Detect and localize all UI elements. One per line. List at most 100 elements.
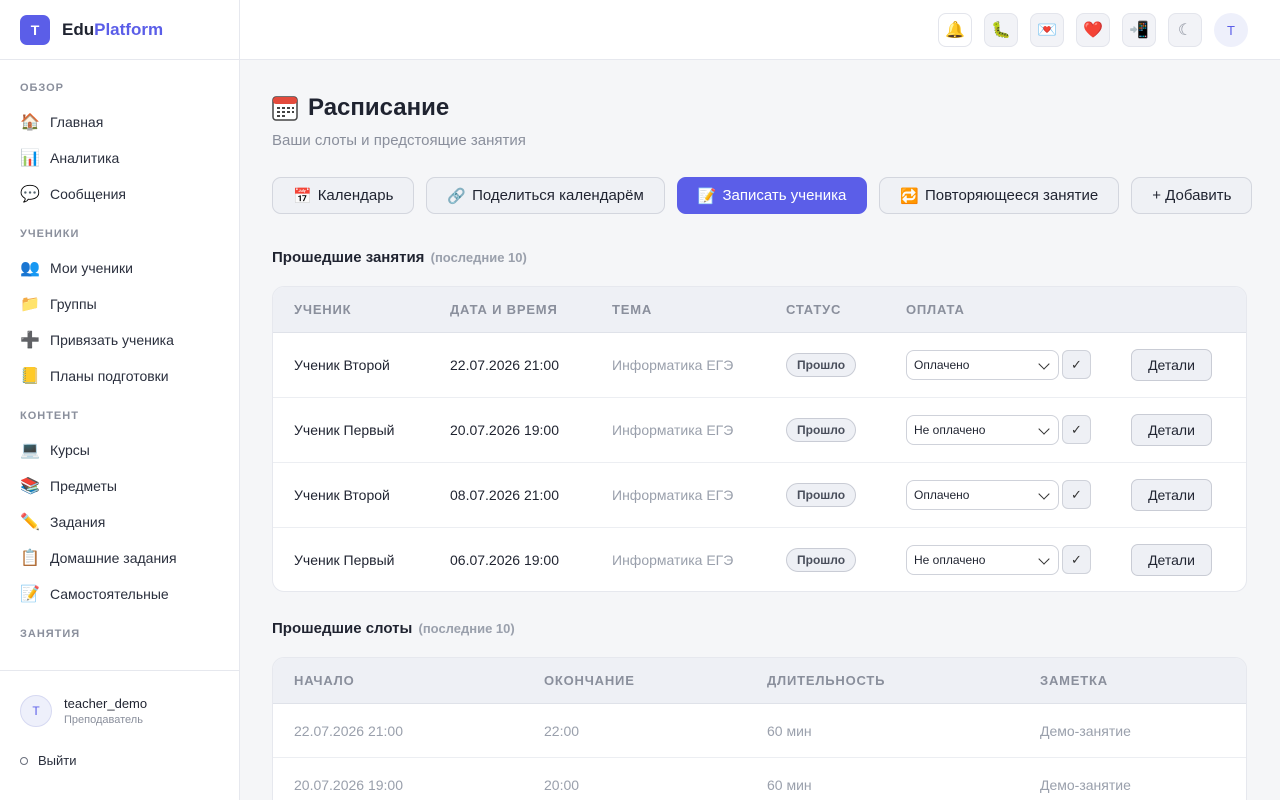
page-title: Расписание <box>308 94 450 121</box>
slot-duration: 60 мин <box>767 777 812 793</box>
past-lessons-note: (последние 10) <box>430 250 527 265</box>
sidebar-item-label: Предметы <box>50 478 117 494</box>
page-subtitle: Ваши слоты и предстоящие занятия <box>272 132 526 149</box>
table-row: Ученик Второй 08.07.2026 21:00 Информатика… <box>273 463 1246 528</box>
status-badge: Прошло <box>786 548 857 572</box>
favorites-button[interactable]: ❤️ <box>1076 13 1110 47</box>
sidebar-item-label: Главная <box>50 114 104 130</box>
action-button[interactable]: + Добавить <box>1131 177 1253 214</box>
brand[interactable]: T EduPlatform <box>0 0 239 60</box>
home-icon: 🏠 <box>20 114 40 131</box>
student-name: Ученик Первый <box>294 422 395 438</box>
sidebar-item[interactable]: 👥 Мои ученики <box>0 250 239 286</box>
chart-icon: 📊 <box>20 150 40 167</box>
sidebar-item-label: Мои ученики <box>50 260 133 276</box>
sidebar: T EduPlatform ОБЗОР 🏠 Главная 📊 Аналитика 💬 Со… <box>0 0 240 800</box>
calendar-icon: 📅 <box>293 187 312 205</box>
past-slots-title: Прошедшие слоты (последние 10) <box>272 620 515 637</box>
memo-icon: 📝 <box>20 586 40 603</box>
sidebar-item[interactable]: 📋 Домашние задания <box>0 540 239 576</box>
sidebar-item-label: Курсы <box>50 442 90 458</box>
notifications-button[interactable]: 🔔 <box>938 13 972 47</box>
nav-section-title: КОНТЕНТ <box>20 410 79 422</box>
calendar-icon <box>272 96 298 121</box>
mail-button[interactable]: 💌 <box>1030 13 1064 47</box>
details-button[interactable]: Детали <box>1131 349 1212 381</box>
sidebar-item[interactable]: 🏠 Главная <box>0 104 239 140</box>
topbar: 🔔 🐛 💌 ❤️ 📲 ☾ T <box>240 0 1280 60</box>
action-button[interactable]: 🔁 Повторяющееся занятие <box>879 177 1120 214</box>
logout-button[interactable]: Выйти <box>0 727 239 768</box>
sidebar-item[interactable]: 💻 Курсы <box>0 432 239 468</box>
confirm-payment-button[interactable]: ✓ <box>1062 545 1091 574</box>
chevron-down-icon <box>1038 423 1050 435</box>
brand-name: EduPlatform <box>62 20 163 40</box>
payment-select[interactable]: Оплачено <box>906 350 1059 380</box>
column-header: ОПЛАТА <box>906 302 965 317</box>
sidebar-item[interactable]: ✏️ Задания <box>0 504 239 540</box>
link-icon: 🔗 <box>447 187 467 205</box>
sidebar-item[interactable]: 📊 Аналитика <box>0 140 239 176</box>
sidebar-item[interactable]: 📝 Самостоятельные <box>0 576 239 612</box>
plus-icon: ➕ <box>20 332 40 349</box>
slot-start: 20.07.2026 19:00 <box>294 777 403 793</box>
theme-toggle-button[interactable]: ☾ <box>1168 13 1202 47</box>
mobile-app-button[interactable]: 📲 <box>1122 13 1156 47</box>
moon-icon: ☾ <box>1177 22 1193 39</box>
brand-logo: T <box>20 14 50 45</box>
past-slots-table: НАЧАЛО ОКОНЧАНИЕ ДЛИТЕЛЬНОСТЬ ЗАМЕТКА 22… <box>272 657 1247 800</box>
mobile-icon: 📲 <box>1129 22 1149 39</box>
nav-section-title: УЧЕНИКИ <box>20 228 80 240</box>
action-button-label: Календарь <box>317 187 394 204</box>
payment-select[interactable]: Оплачено <box>906 480 1059 510</box>
payment-select-value: Не оплачено <box>914 423 986 437</box>
student-name: Ученик Первый <box>294 552 395 568</box>
details-button[interactable]: Детали <box>1131 479 1212 511</box>
action-button[interactable]: 📅 Календарь <box>272 177 415 214</box>
sidebar-item[interactable]: 📒 Планы подготовки <box>0 358 239 394</box>
past-slots-note: (последние 10) <box>418 621 515 636</box>
confirm-payment-button[interactable]: ✓ <box>1062 415 1091 444</box>
user-name: teacher_demo <box>64 696 148 711</box>
sidebar-item[interactable]: ➕ Привязать ученика <box>0 322 239 358</box>
details-button[interactable]: Детали <box>1131 414 1212 446</box>
payment-select[interactable]: Не оплачено <box>906 415 1059 445</box>
main-content: Расписание Ваши слоты и предстоящие заня… <box>240 60 1280 800</box>
header-avatar[interactable]: T <box>1214 13 1248 47</box>
status-badge: Прошло <box>786 483 857 507</box>
brand-name-part2: Platform <box>94 19 164 39</box>
action-button[interactable]: 🔗 Поделиться календарём <box>426 177 665 214</box>
slot-note: Демо-занятие <box>1040 777 1131 793</box>
confirm-payment-button[interactable]: ✓ <box>1062 480 1091 509</box>
payment-select[interactable]: Не оплачено <box>906 545 1059 575</box>
pencil-icon: ✏️ <box>20 514 40 531</box>
sidebar-nav: ОБЗОР 🏠 Главная 📊 Аналитика 💬 Сообщения УЧЕНИКИ… <box>0 60 239 670</box>
sidebar-item-label: Привязать ученика <box>50 332 174 348</box>
action-button-label: Записать ученика <box>722 187 847 204</box>
action-bar: 📅 Календарь 🔗 Поделиться календарём 📝 Записат… <box>272 177 1264 214</box>
sidebar-item[interactable]: 📚 Предметы <box>0 468 239 504</box>
sidebar-item[interactable]: 📁 Группы <box>0 286 239 322</box>
table-header: НАЧАЛО ОКОНЧАНИЕ ДЛИТЕЛЬНОСТЬ ЗАМЕТКА <box>273 658 1246 704</box>
nav-section-title: ЗАНЯТИЯ <box>20 628 81 640</box>
sidebar-item[interactable]: 💬 Сообщения <box>0 176 239 212</box>
clipboard-icon: 📋 <box>20 550 40 567</box>
heart-icon: ❤️ <box>1083 22 1103 39</box>
table-body: Ученик Второй 22.07.2026 21:00 Информатика… <box>273 333 1246 591</box>
table-row: 20.07.2026 19:00 20:00 60 мин Демо-занятие <box>273 758 1246 800</box>
column-header: ДЛИТЕЛЬНОСТЬ <box>767 673 886 688</box>
payment-select-value: Оплачено <box>914 488 970 502</box>
action-button-label: Поделиться календарём <box>472 187 644 204</box>
avatar: T <box>20 695 52 727</box>
action-button[interactable]: 📝 Записать ученика <box>676 177 868 214</box>
table-row: 22.07.2026 21:00 22:00 60 мин Демо-занятие <box>273 704 1246 758</box>
payment-select-value: Не оплачено <box>914 553 986 567</box>
action-button-label: Повторяющееся занятие <box>925 187 1099 204</box>
lesson-datetime: 06.07.2026 19:00 <box>450 552 559 568</box>
user-profile[interactable]: T teacher_demo Преподаватель <box>0 671 239 727</box>
column-header: ЗАМЕТКА <box>1040 673 1108 688</box>
bug-report-button[interactable]: 🐛 <box>984 13 1018 47</box>
mail-icon: 💌 <box>1037 22 1057 39</box>
details-button[interactable]: Детали <box>1131 544 1212 576</box>
confirm-payment-button[interactable]: ✓ <box>1062 350 1091 379</box>
